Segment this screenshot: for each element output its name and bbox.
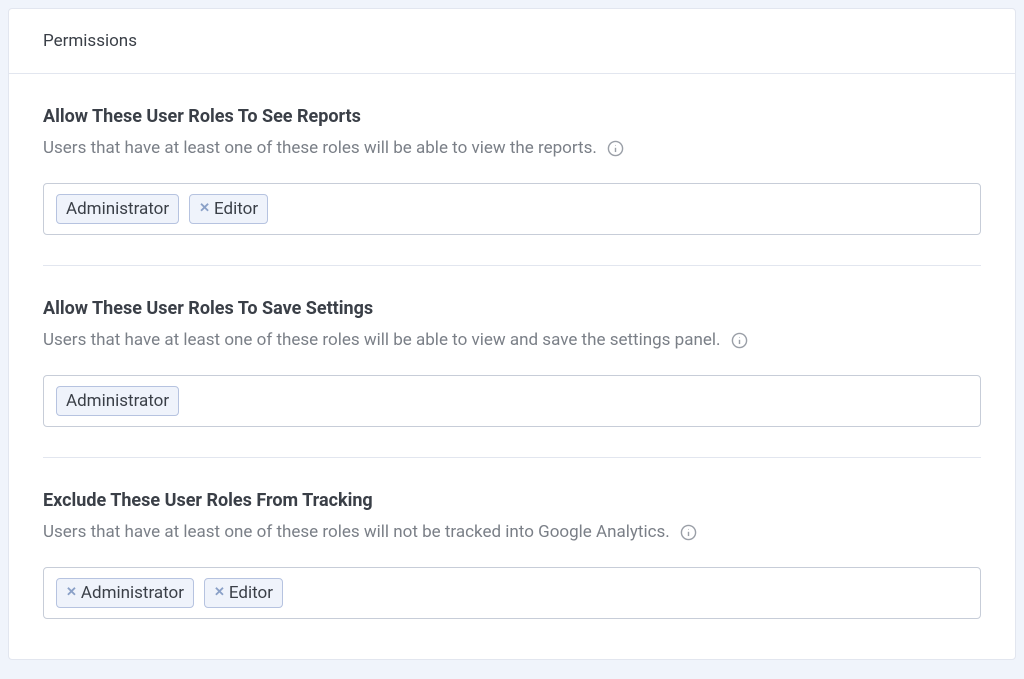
permissions-panel: Permissions Allow These User Roles To Se…: [8, 8, 1016, 660]
info-icon[interactable]: [680, 524, 697, 541]
section-description: Users that have at least one of these ro…: [43, 137, 981, 161]
tag-editor[interactable]: ✕ Editor: [189, 194, 268, 224]
section-title: Allow These User Roles To Save Settings: [43, 298, 981, 319]
info-icon[interactable]: [607, 140, 624, 157]
section-description-text: Users that have at least one of these ro…: [43, 137, 597, 161]
section-description: Users that have at least one of these ro…: [43, 329, 981, 353]
tag-label: Administrator: [66, 198, 169, 220]
close-icon[interactable]: ✕: [199, 202, 210, 215]
section-title: Allow These User Roles To See Reports: [43, 106, 981, 127]
close-icon[interactable]: ✕: [214, 586, 225, 599]
section-exclude-tracking: Exclude These User Roles From Tracking U…: [43, 458, 981, 649]
tag-administrator[interactable]: Administrator: [56, 386, 179, 416]
panel-header: Permissions: [9, 9, 1015, 74]
tag-administrator[interactable]: ✕ Administrator: [56, 578, 194, 608]
panel-body: Allow These User Roles To See Reports Us…: [9, 74, 1015, 659]
section-description: Users that have at least one of these ro…: [43, 521, 981, 545]
tag-label: Administrator: [66, 390, 169, 412]
roles-see-reports-input[interactable]: Administrator ✕ Editor: [43, 183, 981, 235]
close-icon[interactable]: ✕: [66, 586, 77, 599]
tag-editor[interactable]: ✕ Editor: [204, 578, 283, 608]
section-save-settings: Allow These User Roles To Save Settings …: [43, 266, 981, 458]
tag-label: Editor: [229, 582, 273, 604]
section-see-reports: Allow These User Roles To See Reports Us…: [43, 74, 981, 266]
roles-exclude-tracking-input[interactable]: ✕ Administrator ✕ Editor: [43, 567, 981, 619]
panel-title: Permissions: [43, 31, 981, 51]
section-description-text: Users that have at least one of these ro…: [43, 521, 670, 545]
section-title: Exclude These User Roles From Tracking: [43, 490, 981, 511]
info-icon[interactable]: [731, 332, 748, 349]
roles-save-settings-input[interactable]: Administrator: [43, 375, 981, 427]
tag-administrator[interactable]: Administrator: [56, 194, 179, 224]
section-description-text: Users that have at least one of these ro…: [43, 329, 721, 353]
tag-label: Editor: [214, 198, 258, 220]
tag-label: Administrator: [81, 582, 184, 604]
